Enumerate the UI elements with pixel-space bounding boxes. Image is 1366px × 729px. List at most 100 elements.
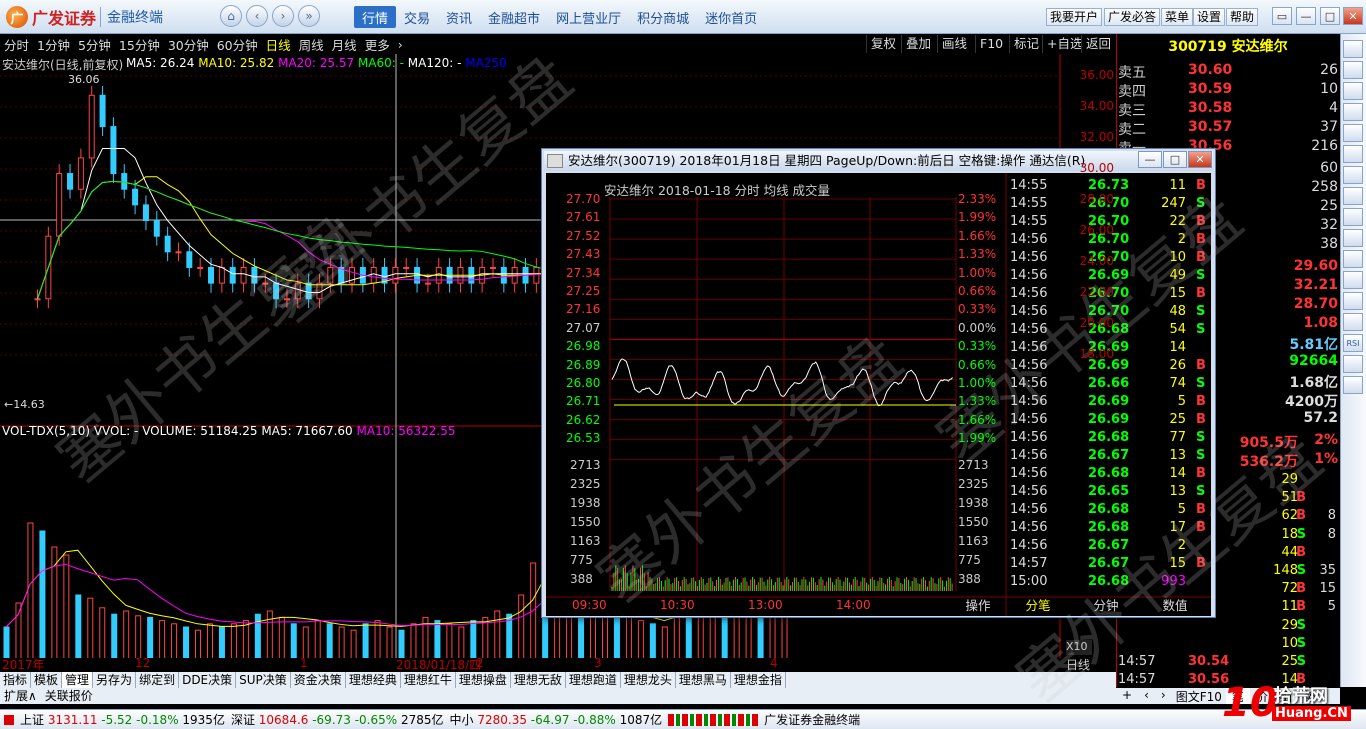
indicator-tab[interactable]: 资金决策: [291, 672, 346, 688]
quote-tab-f10[interactable]: 图文F10: [1172, 688, 1226, 704]
topnav-mini[interactable]: 迷你首页: [697, 6, 765, 28]
maximize-icon[interactable]: □: [1320, 7, 1340, 25]
period-weekly[interactable]: 周线: [295, 35, 328, 54]
tab-operate[interactable]: 操作: [962, 597, 994, 615]
period-daily[interactable]: 日线: [262, 35, 295, 54]
indicator-tab[interactable]: 绑定到: [136, 672, 179, 688]
open-account-button[interactable]: 我要开户: [1046, 8, 1102, 26]
popup-tick-time: 14:56: [1010, 322, 1047, 337]
candle-body: [252, 267, 257, 283]
indicator-tab[interactable]: 理想金指: [731, 672, 786, 688]
side-tool-icon[interactable]: [1343, 292, 1363, 310]
candle-body: [198, 267, 203, 268]
popup-close-icon[interactable]: ✕: [1188, 151, 1212, 168]
menu-button[interactable]: 菜单: [1161, 8, 1193, 26]
period-fenshi[interactable]: 分时: [0, 35, 33, 54]
side-tool-icon[interactable]: [1343, 250, 1363, 268]
nav-prev-icon[interactable]: +: [1116, 688, 1138, 704]
period-30min[interactable]: 30分钟: [164, 35, 213, 54]
index-quote[interactable]: 深证 10684.6 -69.73 -0.65% 2785亿: [231, 711, 444, 728]
volume-bar: [483, 617, 488, 658]
close-icon[interactable]: ✕: [1343, 7, 1363, 25]
topnav-jiaoyi[interactable]: 交易: [396, 6, 438, 28]
period-60min[interactable]: 60分钟: [213, 35, 262, 54]
return-button[interactable]: 返回: [1081, 35, 1115, 53]
side-tool-icon[interactable]: [1343, 355, 1363, 373]
side-tool-icon[interactable]: [1343, 82, 1363, 100]
minimize-icon[interactable]: —: [1296, 7, 1316, 25]
mark-button[interactable]: 标记: [1009, 35, 1043, 53]
side-tool-icon[interactable]: [1343, 61, 1363, 79]
side-tool-icon[interactable]: [1343, 40, 1363, 58]
topnav-jinrong[interactable]: 金融超市: [480, 6, 548, 28]
chevron-right-icon[interactable]: ›: [394, 37, 407, 52]
tab-values[interactable]: 数值: [1140, 597, 1210, 615]
side-tool-icon[interactable]: [1343, 313, 1363, 331]
faq-button[interactable]: 广发必答: [1104, 8, 1160, 26]
indicator-tab[interactable]: 理想龙头: [621, 672, 676, 688]
add-watchlist-button[interactable]: +自选: [1042, 35, 1086, 53]
minute-vol-tick: 775: [570, 553, 593, 567]
topnav-jifen[interactable]: 积分商城: [629, 6, 697, 28]
index-quote[interactable]: 上证 3131.11 -5.52 -0.18% 1935亿: [20, 711, 225, 728]
period-5min[interactable]: 5分钟: [74, 35, 115, 54]
indicator-tab[interactable]: 模板: [31, 672, 62, 688]
side-tool-icon[interactable]: [1343, 229, 1363, 247]
tab-ticks[interactable]: 分笔: [1004, 597, 1072, 615]
indicator-tab[interactable]: 理想黑马: [676, 672, 731, 688]
indicator-tab[interactable]: SUP决策: [236, 672, 291, 688]
popup-tick-row: 14:56 26.65 13 S: [1010, 484, 1208, 502]
popup-tick-flag: B: [1196, 178, 1206, 193]
nav-left-icon[interactable]: ‹: [1138, 688, 1155, 704]
home-icon[interactable]: ⌂: [220, 5, 242, 27]
topnav-yingyeting[interactable]: 网上营业厅: [548, 6, 629, 28]
help-button[interactable]: 帮助: [1226, 8, 1258, 26]
more-down-icon[interactable]: »: [298, 5, 320, 27]
x10-label[interactable]: X10: [1066, 640, 1092, 655]
forward-icon[interactable]: ›: [272, 5, 294, 27]
side-tool-icon[interactable]: [1343, 124, 1363, 142]
indicator-tab[interactable]: 管理: [62, 672, 93, 688]
indicator-tab[interactable]: 理想红牛: [401, 672, 456, 688]
period-15min[interactable]: 15分钟: [115, 35, 164, 54]
period-1min[interactable]: 1分钟: [33, 35, 74, 54]
nav-right-icon[interactable]: ›: [1155, 688, 1172, 704]
expand-tab[interactable]: 扩展∧: [0, 688, 41, 704]
popup-maximize-icon[interactable]: □: [1163, 151, 1187, 168]
tick-price: 30.54: [1188, 654, 1229, 669]
side-tool-icon[interactable]: [1343, 145, 1363, 163]
popup-tick-time: 14:55: [1010, 178, 1047, 193]
side-tool-icon[interactable]: [1343, 103, 1363, 121]
topnav-hangqing[interactable]: 行情: [354, 6, 396, 28]
rsi-icon[interactable]: RSI: [1343, 334, 1363, 352]
period-more[interactable]: 更多: [361, 35, 394, 54]
side-tool-icon[interactable]: [1343, 166, 1363, 184]
adjust-button[interactable]: 复权: [866, 35, 900, 53]
overlay-button[interactable]: 叠加: [901, 35, 935, 53]
indicator-tab[interactable]: 理想跑道: [566, 672, 621, 688]
popup-minimize-icon[interactable]: —: [1138, 151, 1162, 168]
side-tool-icon[interactable]: [1343, 208, 1363, 226]
indicator-tab[interactable]: DDE决策: [179, 672, 236, 688]
indicator-tab[interactable]: 理想经典: [346, 672, 401, 688]
side-tool-icon[interactable]: [1343, 187, 1363, 205]
settings-button[interactable]: 设置: [1193, 8, 1225, 26]
index-field: -0.18%: [136, 713, 182, 727]
related-quote-tab[interactable]: 关联报价: [41, 688, 97, 704]
indicator-tab[interactable]: 理想操盘: [456, 672, 511, 688]
indicator-tab[interactable]: 理想无敌: [511, 672, 566, 688]
restore-icon[interactable]: ▭: [1272, 7, 1292, 25]
indicator-tab[interactable]: 另存为: [93, 672, 136, 688]
indicator-tab[interactable]: 指标: [0, 672, 31, 688]
topnav-zixun[interactable]: 资讯: [438, 6, 480, 28]
side-tool-icon[interactable]: [1343, 271, 1363, 289]
status-product-name: 广发证券金融终端: [764, 711, 860, 728]
f10-button[interactable]: F10: [975, 35, 1007, 53]
back-icon[interactable]: ‹: [246, 5, 268, 27]
period-monthly[interactable]: 月线: [328, 35, 361, 54]
side-tool-icon[interactable]: [1343, 376, 1363, 394]
index-quote[interactable]: 中小 7280.35 -64.97 -0.88% 1087亿: [450, 711, 663, 728]
draw-button[interactable]: 画线: [937, 35, 971, 53]
tab-minute[interactable]: 分钟: [1074, 597, 1138, 615]
minute-pct-tick: 1.00%: [958, 376, 996, 390]
